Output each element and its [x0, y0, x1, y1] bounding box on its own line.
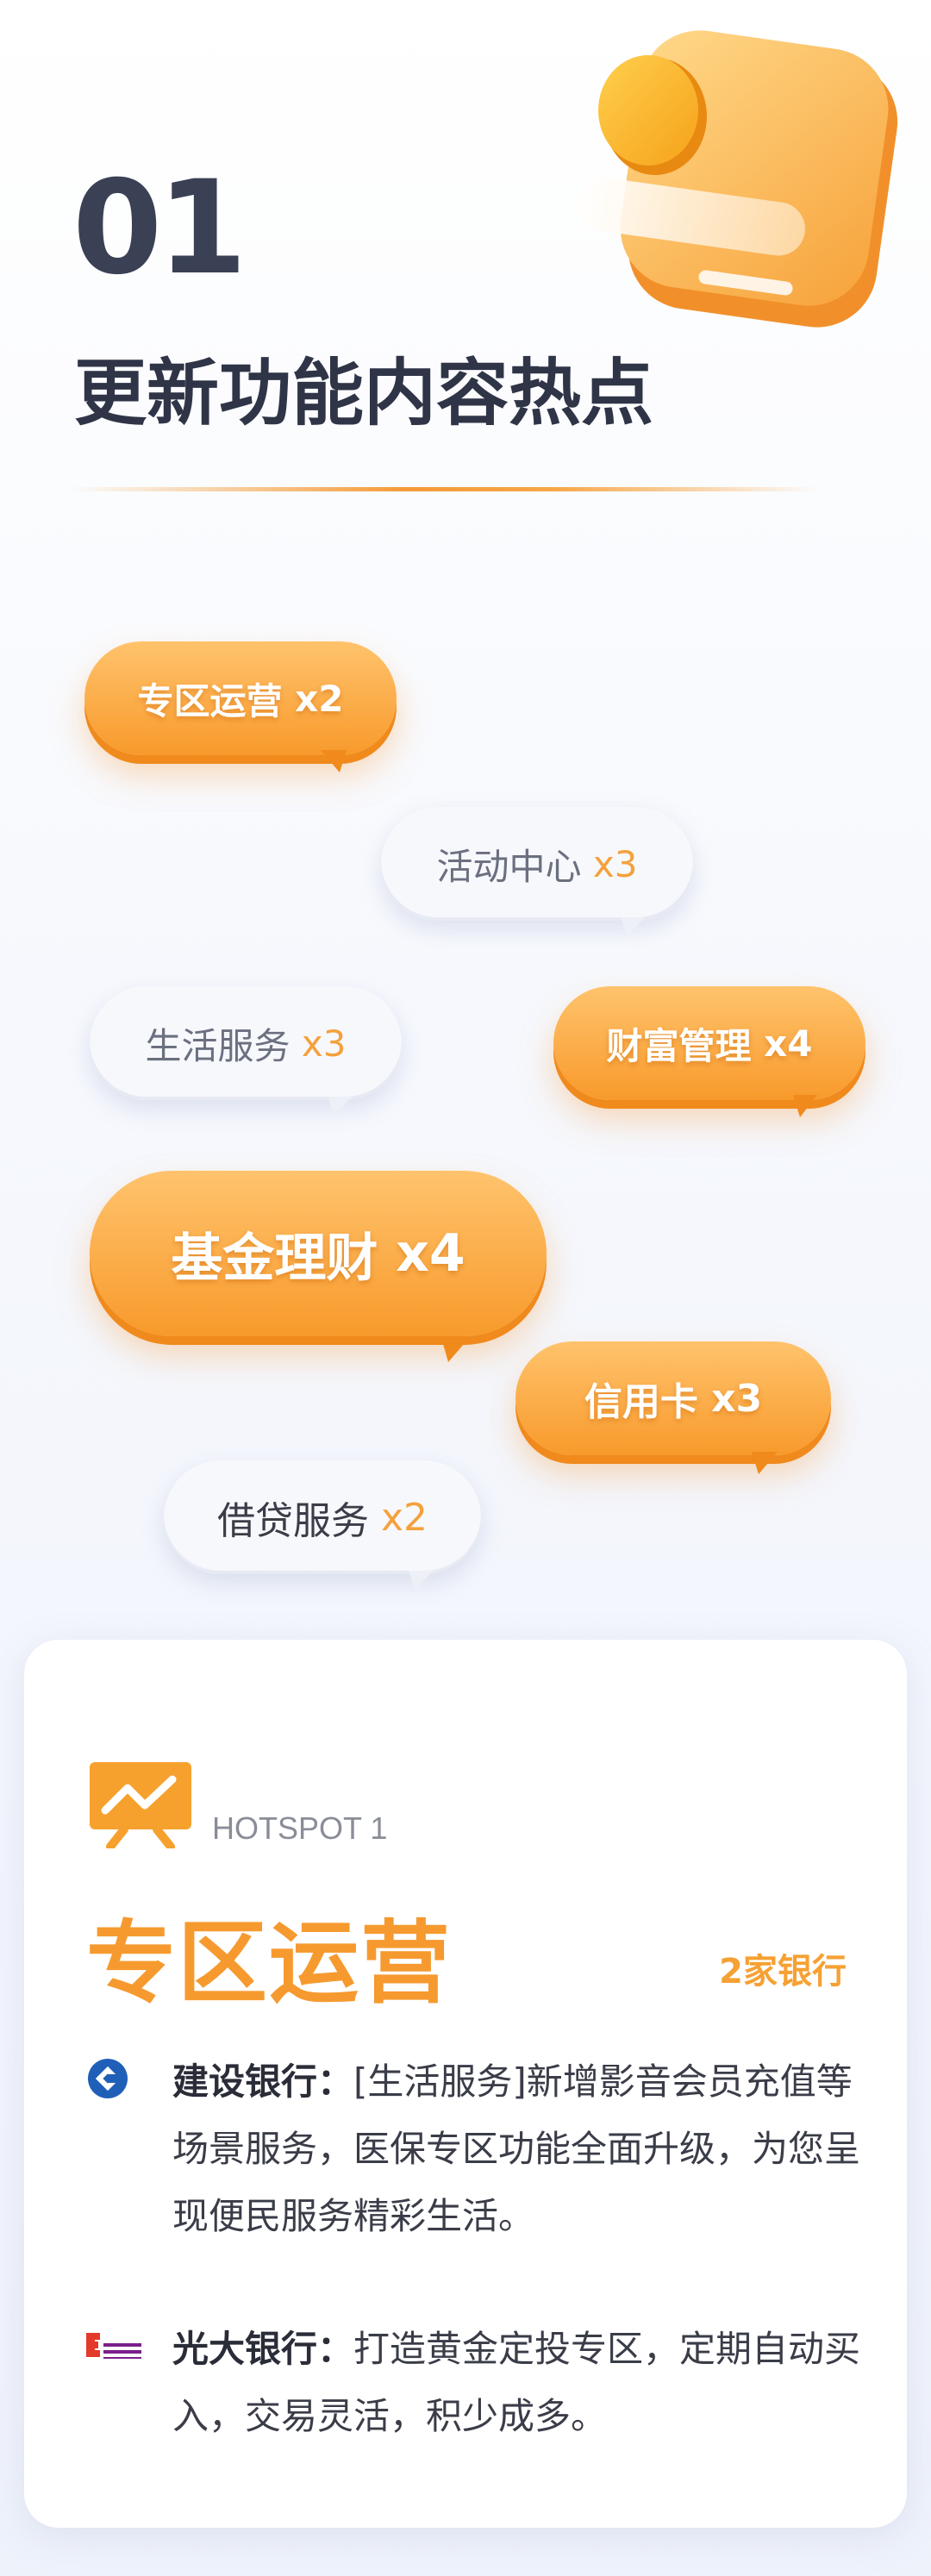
- tag-label: 基金理财: [171, 1228, 378, 1289]
- tag-label: 借贷服务: [216, 1499, 369, 1543]
- tag-count: x2: [380, 1495, 428, 1540]
- bubble-tail: [621, 917, 645, 936]
- ccb-logo-icon: [88, 2059, 128, 2098]
- tag-life-service: 生活服务 x3: [90, 986, 402, 1100]
- bubble-tail: [793, 1095, 817, 1117]
- bubble-tail: [409, 1571, 433, 1590]
- tag-loan-service: 借贷服务 x2: [164, 1460, 481, 1574]
- bubble-tail: [321, 750, 347, 772]
- tag-label: 专区运营: [137, 679, 283, 722]
- tag-count: x4: [764, 1022, 813, 1065]
- bank-name: 建设银行：: [172, 2060, 354, 2103]
- tag-fund-finance: 基金理财 x4: [90, 1171, 547, 1336]
- bubble-tail: [441, 1338, 469, 1362]
- tag-count: x2: [295, 677, 344, 720]
- tag-count: x3: [711, 1376, 763, 1421]
- bubble-tail: [328, 1097, 352, 1116]
- tag-zone-operation: 专区运营 x2: [84, 641, 397, 755]
- tag-label: 信用卡: [584, 1380, 698, 1424]
- tag-count: x4: [396, 1223, 466, 1284]
- hotspot-card: HOTSPOT 1 专区运营 2家银行 建设银行：[生活服务]新增影音会员充值等…: [24, 1640, 907, 2528]
- 3d-app-icon: [574, 30, 898, 328]
- bank-count: 2家银行: [719, 1952, 847, 1991]
- hotspot-title: 专区运营: [86, 1910, 453, 2016]
- tag-label: 生活服务: [145, 1024, 291, 1067]
- bank-description: 建设银行：[生活服务]新增影音会员充值等场景服务，医保专区功能全面升级，为您呈现…: [172, 2048, 879, 2250]
- bank-item-ccb: 建设银行：[生活服务]新增影音会员充值等场景服务，医保专区功能全面升级，为您呈现…: [86, 2048, 871, 2255]
- tag-count: x3: [592, 842, 638, 885]
- tag-count: x3: [301, 1022, 347, 1065]
- title-underline: [69, 487, 819, 491]
- bank-item-ceb: 光大银行：打造黄金定投专区，定期自动买入，交易灵活，积少成多。: [86, 2316, 871, 2462]
- chart-trend-icon: [90, 1762, 191, 1848]
- bubble-tail: [752, 1452, 778, 1474]
- tag-label: 活动中心: [436, 845, 582, 888]
- hotspot-label: HOTSPOT 1: [212, 1810, 388, 1846]
- bank-description: 光大银行：打造黄金定投专区，定期自动买入，交易灵活，积少成多。: [172, 2316, 879, 2450]
- section-title: 更新功能内容热点: [74, 351, 654, 435]
- tag-credit-card: 信用卡 x3: [515, 1341, 831, 1455]
- tag-label: 财富管理: [606, 1024, 752, 1067]
- ceb-bank-logo-icon: [86, 2333, 141, 2359]
- section-number: 01: [72, 153, 247, 303]
- tag-wealth-management: 财富管理 x4: [553, 986, 865, 1100]
- bank-name: 光大银行：: [172, 2328, 354, 2370]
- tag-activity-center: 活动中心 x3: [381, 807, 693, 921]
